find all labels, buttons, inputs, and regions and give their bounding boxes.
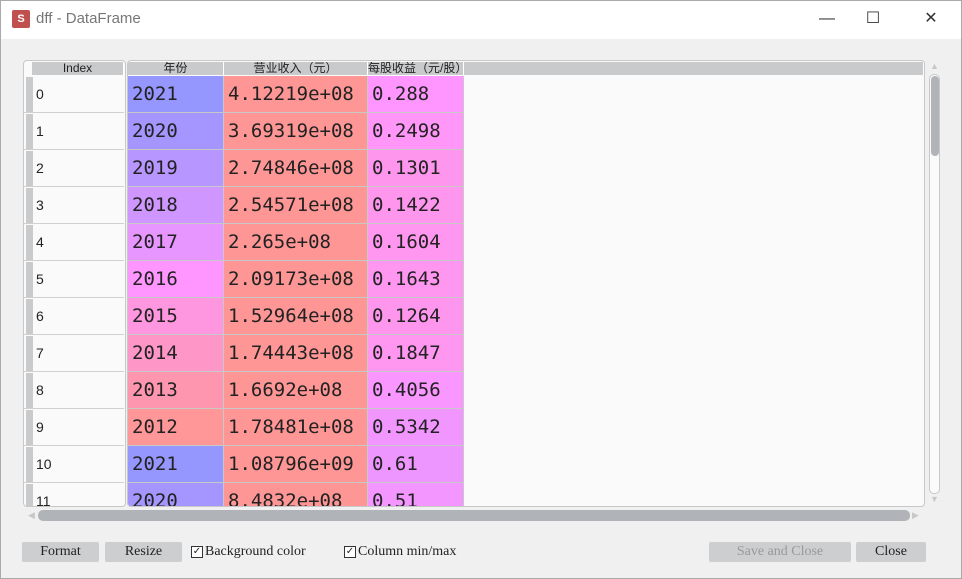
- table-cell[interactable]: 2018: [128, 187, 224, 224]
- data-table: 年份 营业收入（元） 每股收益（元/股） 2021 4.12219e+08 0.288 20…: [127, 60, 925, 507]
- table-cell[interactable]: 1.52964e+08: [224, 298, 368, 335]
- index-panel: Index 0 1 2 3 4 5 6 7 8 9 10 11: [23, 60, 126, 507]
- scroll-down-icon[interactable]: ▼: [930, 494, 939, 504]
- table-cell[interactable]: 1.74443e+08: [224, 335, 368, 372]
- table-cell[interactable]: 2015: [128, 298, 224, 335]
- index-cell[interactable]: 7: [24, 335, 124, 372]
- table-cell[interactable]: 2.265e+08: [224, 224, 368, 261]
- table-cell[interactable]: 0.2498: [368, 113, 464, 150]
- column-min-max-checkbox[interactable]: ✓ Column min/max: [344, 544, 456, 560]
- table-cell[interactable]: 2017: [128, 224, 224, 261]
- table-cell[interactable]: 2021: [128, 76, 224, 113]
- table-cell[interactable]: 2021: [128, 446, 224, 483]
- index-cell[interactable]: 4: [24, 224, 124, 261]
- table-cell[interactable]: 0.5342: [368, 409, 464, 446]
- table-cell[interactable]: 2014: [128, 335, 224, 372]
- close-window-button[interactable]: ✕: [916, 7, 946, 31]
- index-cell[interactable]: 1: [24, 113, 124, 150]
- table-cell[interactable]: 0.288: [368, 76, 464, 113]
- index-header[interactable]: Index: [32, 62, 124, 75]
- table-cell[interactable]: 2.54571e+08: [224, 187, 368, 224]
- close-button[interactable]: Close: [856, 542, 926, 562]
- table-cell[interactable]: 0.1847: [368, 335, 464, 372]
- table-cell[interactable]: 8.4832e+08: [224, 483, 368, 506]
- minimize-button[interactable]: —: [812, 7, 842, 31]
- index-cell[interactable]: 5: [24, 261, 124, 298]
- table-cell[interactable]: 2020: [128, 113, 224, 150]
- column-header[interactable]: 年份: [128, 62, 224, 75]
- table-cell[interactable]: 0.1422: [368, 187, 464, 224]
- horizontal-scrollbar[interactable]: ◀ ▶: [26, 509, 921, 522]
- table-cell[interactable]: 0.1301: [368, 150, 464, 187]
- vertical-scrollbar[interactable]: ▲ ▼: [928, 61, 941, 506]
- table-cell[interactable]: 0.1264: [368, 298, 464, 335]
- table-cell[interactable]: 2020: [128, 483, 224, 506]
- table-cell[interactable]: 2013: [128, 372, 224, 409]
- scroll-right-icon[interactable]: ▶: [912, 510, 919, 521]
- spyder-icon: S: [12, 10, 30, 28]
- table-cell[interactable]: 1.78481e+08: [224, 409, 368, 446]
- save-and-close-button[interactable]: Save and Close: [709, 542, 851, 562]
- index-cell[interactable]: 9: [24, 409, 124, 446]
- checkbox-checked-icon[interactable]: ✓: [191, 546, 203, 558]
- scroll-up-icon[interactable]: ▲: [930, 61, 939, 71]
- header-filler: [464, 62, 924, 75]
- table-cell[interactable]: 2019: [128, 150, 224, 187]
- column-header[interactable]: 营业收入（元）: [224, 62, 368, 75]
- index-cell[interactable]: 2: [24, 150, 124, 187]
- table-cell[interactable]: 2012: [128, 409, 224, 446]
- horizontal-scroll-thumb[interactable]: [38, 510, 910, 521]
- background-color-checkbox[interactable]: ✓ Background color: [191, 544, 306, 560]
- table-cell[interactable]: 2016: [128, 261, 224, 298]
- table-cell[interactable]: 1.6692e+08: [224, 372, 368, 409]
- window-title: dff - DataFrame: [36, 10, 141, 27]
- format-button[interactable]: Format: [22, 542, 99, 562]
- table-cell[interactable]: 0.51: [368, 483, 464, 506]
- index-cell[interactable]: 8: [24, 372, 124, 409]
- table-cell[interactable]: 0.1604: [368, 224, 464, 261]
- index-cell[interactable]: 0: [24, 76, 124, 113]
- index-cell[interactable]: 3: [24, 187, 124, 224]
- title-bar: S dff - DataFrame — ☐ ✕: [1, 1, 961, 39]
- maximize-button[interactable]: ☐: [858, 7, 888, 31]
- table-cell[interactable]: 0.1643: [368, 261, 464, 298]
- index-cell[interactable]: 11: [24, 483, 124, 506]
- table-cell[interactable]: 0.4056: [368, 372, 464, 409]
- table-cell[interactable]: 4.12219e+08: [224, 76, 368, 113]
- checkbox-label: Column min/max: [358, 544, 457, 559]
- vertical-scroll-thumb[interactable]: [931, 76, 939, 156]
- index-cell[interactable]: 6: [24, 298, 124, 335]
- table-cell[interactable]: 3.69319e+08: [224, 113, 368, 150]
- table-cell[interactable]: 2.09173e+08: [224, 261, 368, 298]
- table-cell[interactable]: 1.08796e+09: [224, 446, 368, 483]
- scroll-left-icon[interactable]: ◀: [28, 510, 35, 521]
- resize-button[interactable]: Resize: [105, 542, 182, 562]
- table-cell[interactable]: 0.61: [368, 446, 464, 483]
- column-header[interactable]: 每股收益（元/股）: [368, 62, 464, 75]
- checkbox-checked-icon[interactable]: ✓: [344, 546, 356, 558]
- table-cell[interactable]: 2.74846e+08: [224, 150, 368, 187]
- index-cell[interactable]: 10: [24, 446, 124, 483]
- checkbox-label: Background color: [205, 544, 306, 559]
